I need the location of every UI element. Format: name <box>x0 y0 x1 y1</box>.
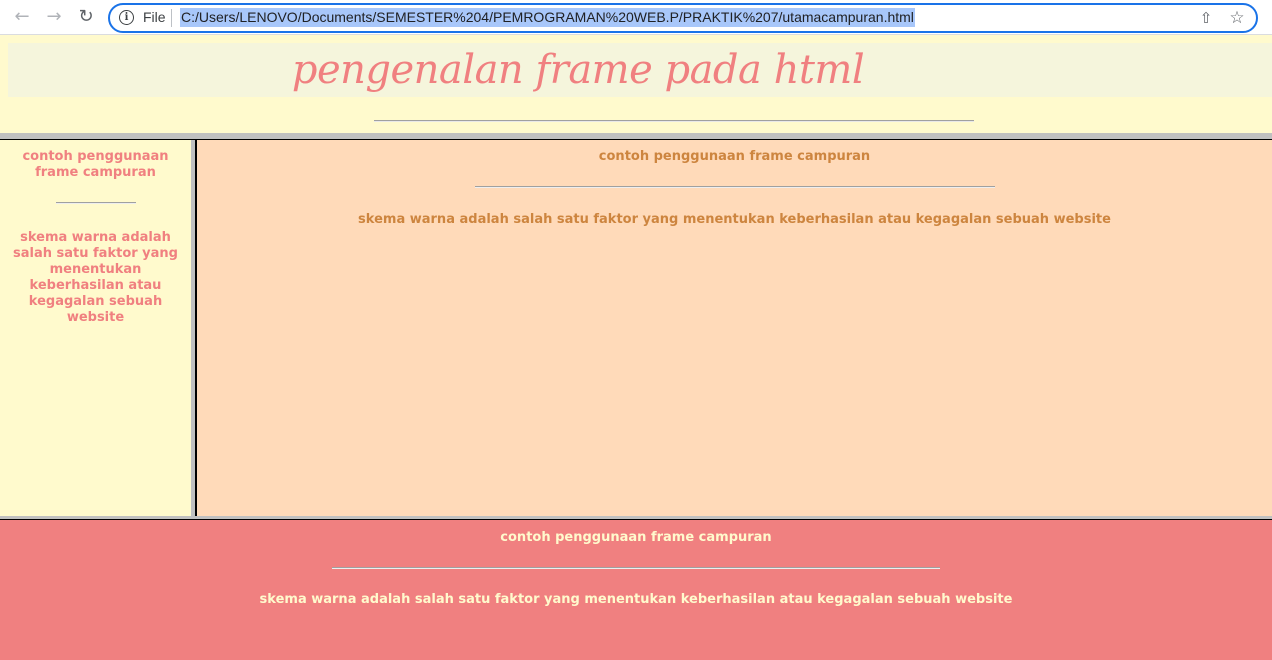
star-icon[interactable]: ☆ <box>1226 7 1248 29</box>
url-text[interactable]: C:/Users/LENOVO/Documents/SEMESTER%204/P… <box>180 8 915 27</box>
left-frame-heading: contoh penggunaan frame campuran <box>22 149 169 180</box>
bottom-frame-heading: contoh penggunaan frame campuran <box>500 530 772 545</box>
left-frame-text: skema warna adalah salah satu faktor yan… <box>13 230 178 325</box>
main-frame-text: skema warna adalah salah satu faktor yan… <box>358 212 1111 227</box>
address-bar[interactable]: i File C:/Users/LENOVO/Documents/SEMESTE… <box>108 3 1258 33</box>
left-frame-divider <box>55 202 136 204</box>
main-frame-heading: contoh penggunaan frame campuran <box>598 149 871 164</box>
page-title: pengenalan frame pada html <box>291 47 865 93</box>
main-frame: contoh penggunaan frame campuran skema w… <box>197 140 1272 516</box>
arrow-right-icon[interactable]: → <box>41 4 67 30</box>
frame-border-top[interactable] <box>0 133 1272 140</box>
address-divider <box>171 9 172 27</box>
share-icon[interactable]: ⇧ <box>1196 8 1216 28</box>
reload-icon[interactable]: ↻ <box>73 4 99 30</box>
left-frame: contoh penggunaan frame campuran skema w… <box>0 140 191 516</box>
top-divider <box>374 120 974 122</box>
bottom-frame: contoh penggunaan frame campuran skema w… <box>0 520 1272 660</box>
bottom-frame-divider <box>332 567 940 569</box>
file-label: File <box>143 9 166 25</box>
info-icon[interactable]: i <box>119 10 134 25</box>
title-banner: pengenalan frame pada html <box>8 43 1272 97</box>
arrow-left-icon[interactable]: ← <box>9 4 35 30</box>
top-frame: pengenalan frame pada html <box>0 35 1272 133</box>
main-frame-divider <box>474 186 995 188</box>
bottom-frame-text: skema warna adalah salah satu faktor yan… <box>259 592 1013 607</box>
browser-toolbar: ← → ↻ i File C:/Users/LENOVO/Documents/S… <box>0 0 1272 35</box>
